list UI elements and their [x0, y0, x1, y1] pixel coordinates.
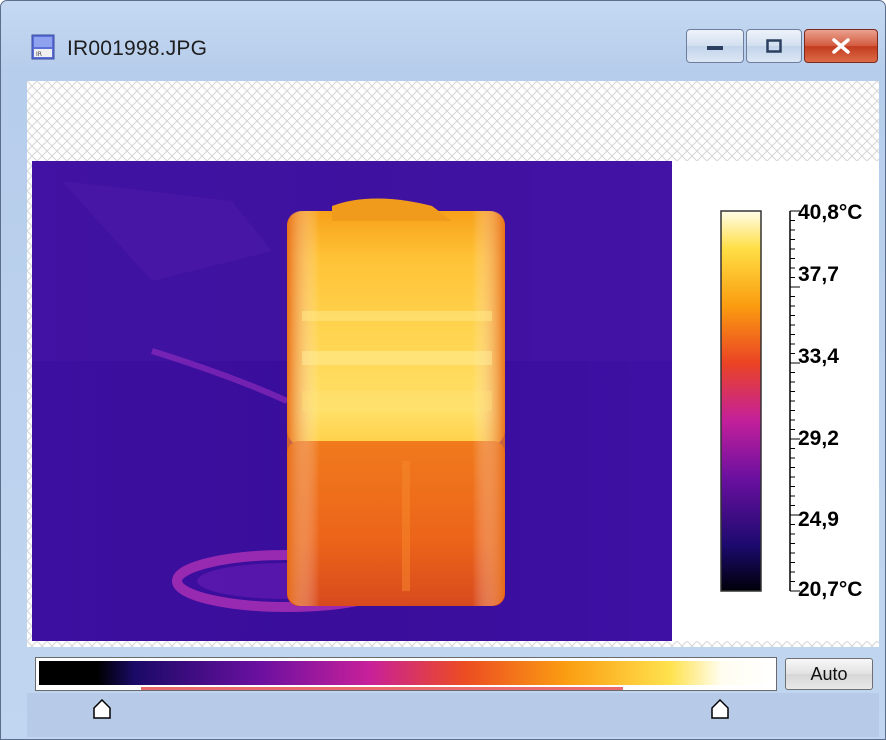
close-button[interactable] [804, 29, 878, 63]
temperature-legend: 40,8°C 37,7 33,4 29,2 24,9 20,7°C [672, 161, 879, 641]
slider-handle-icon [93, 699, 111, 719]
image-file-icon: IR [31, 34, 55, 60]
color-scale [720, 210, 800, 592]
slider-track-area [27, 693, 879, 737]
palette-gradient [39, 661, 773, 685]
svg-text:IR: IR [36, 51, 42, 58]
maximize-icon [766, 39, 782, 53]
scale-label: 37,7 [798, 263, 839, 286]
close-icon [832, 38, 850, 54]
active-range-indicator [141, 687, 623, 690]
scale-label: 29,2 [798, 427, 839, 450]
slider-handle-icon [711, 699, 729, 719]
lower-slider-handle[interactable] [93, 699, 111, 719]
title-bar[interactable]: IR IR001998.JPG [1, 1, 885, 81]
scale-max-label: 40,8°C [798, 201, 863, 224]
minimize-button[interactable] [686, 29, 744, 63]
auto-range-button[interactable]: Auto [785, 658, 873, 690]
upper-slider-handle[interactable] [711, 699, 729, 719]
minimize-icon [707, 46, 723, 50]
scale-label: 24,9 [798, 508, 839, 531]
window-title: IR001998.JPG [67, 37, 208, 60]
thermal-image-window: IR IR001998.JPG 40,8°C 37,7 33,4 29,2 24… [0, 0, 886, 740]
thermal-image [32, 161, 672, 641]
palette-panel: Auto [27, 651, 879, 737]
scale-min-label: 20,7°C [798, 578, 863, 601]
scale-label: 33,4 [798, 345, 839, 368]
palette-range-bar[interactable] [35, 657, 777, 691]
maximize-button[interactable] [746, 29, 802, 63]
image-viewport[interactable]: 40,8°C 37,7 33,4 29,2 24,9 20,7°C [27, 81, 879, 647]
